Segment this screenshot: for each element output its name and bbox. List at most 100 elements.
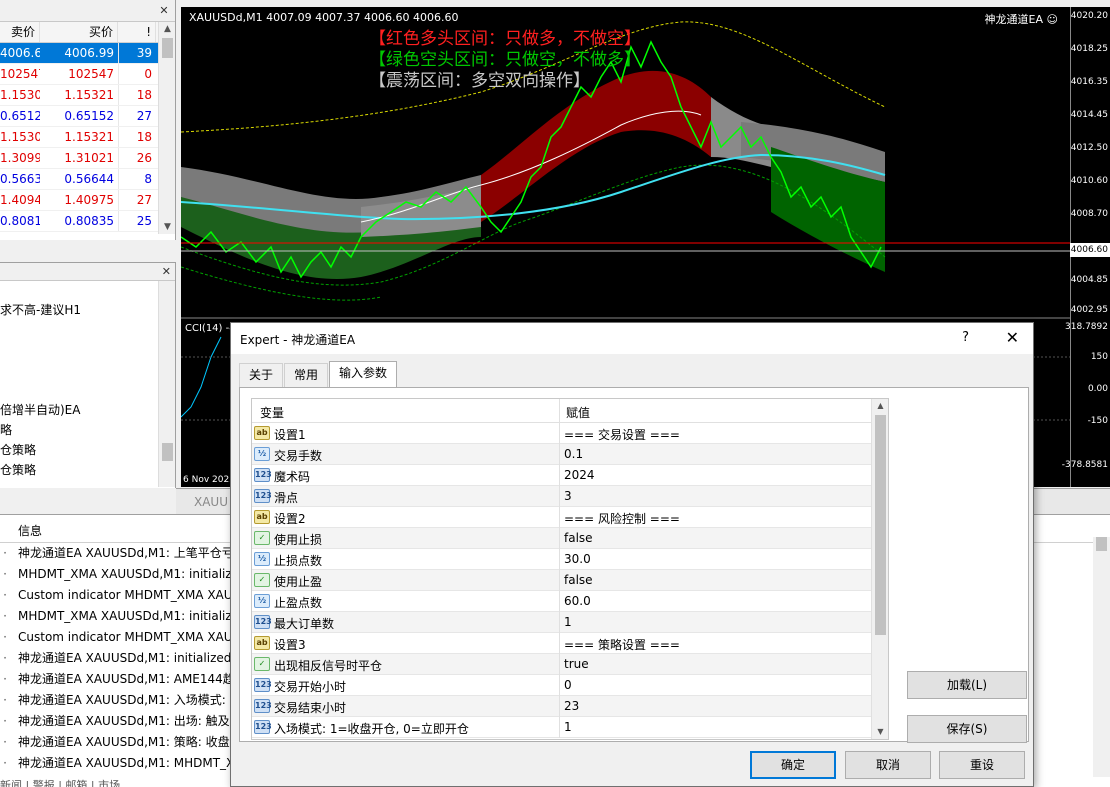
scroll-thumb[interactable] [162, 443, 173, 461]
bid-header[interactable]: 卖价 [0, 22, 40, 42]
log-row[interactable]: · MHDMT_XMA XAUUSDd,M1: initializ [0, 564, 240, 585]
parameter-row[interactable]: ab 设置2 === 风险控制 === [252, 507, 873, 528]
navigator-item[interactable]: 求不高-建议H1 [0, 301, 81, 318]
toolbox-tabs[interactable]: 新闻 | 警报 | 邮箱 | 市场 [0, 777, 240, 787]
tab-about[interactable]: 关于 [239, 363, 284, 387]
parameter-value[interactable]: 60.0 [564, 594, 591, 608]
variable-column-header[interactable]: 变量 [260, 404, 284, 421]
scroll-thumb[interactable] [875, 415, 886, 635]
parameter-value[interactable]: false [564, 531, 593, 545]
dialog-titlebar[interactable]: Expert - 神龙通道EA ? ✕ [231, 323, 1033, 354]
parameter-row[interactable]: ½ 止盈点数 60.0 [252, 591, 873, 612]
symbol-row[interactable]: 0.80810 0.80835 25 [0, 211, 175, 232]
parameter-value[interactable]: === 风险控制 === [564, 510, 680, 527]
parameter-row[interactable]: 123 交易开始小时 0 [252, 675, 873, 696]
parameter-value[interactable]: false [564, 573, 593, 587]
parameters-scrollbar[interactable]: ▲ ▼ [871, 399, 888, 739]
scroll-up-icon[interactable]: ▲ [159, 22, 176, 36]
parameter-value[interactable]: 1 [564, 720, 572, 734]
symbol-row[interactable]: 0.56636 0.56644 8 [0, 169, 175, 190]
log-row[interactable]: · MHDMT_XMA XAUUSDd,M1: initializ [0, 606, 240, 627]
market-watch-header: 卖价 买价 ! [0, 22, 175, 43]
log-row[interactable]: · 神龙通道EA XAUUSDd,M1: initialized [0, 648, 240, 669]
log-row[interactable]: · 神龙通道EA XAUUSDd,M1: MHDMT_X [0, 753, 240, 774]
journal-scrollbar[interactable] [1093, 537, 1110, 777]
parameter-name: 交易手数 [274, 449, 323, 463]
help-icon[interactable]: ? [962, 330, 969, 345]
log-bullet-icon: · [3, 630, 7, 644]
parameter-value[interactable]: 3 [564, 489, 572, 503]
parameter-row[interactable]: ½ 止损点数 30.0 [252, 549, 873, 570]
market-watch-scrollbar[interactable]: ▲ ▼ [158, 22, 175, 234]
parameter-row[interactable]: ✓ 出现相反信号时平仓 true [252, 654, 873, 675]
scroll-down-icon[interactable]: ▼ [872, 725, 888, 739]
log-row[interactable]: · 神龙通道EA XAUUSDd,M1: 入场模式: 收 [0, 690, 240, 711]
bid-value: 0.56636 [0, 172, 40, 186]
log-row[interactable]: · Custom indicator MHDMT_XMA XAU [0, 585, 240, 606]
save-button[interactable]: 保存(S) [907, 715, 1027, 743]
navigator-scrollbar[interactable] [158, 281, 175, 487]
double-type-icon: ½ [254, 552, 270, 566]
scroll-thumb[interactable] [162, 38, 173, 58]
ea-label: 神龙通道EA ☺ [984, 13, 1058, 26]
cancel-button[interactable]: 取消 [845, 751, 931, 779]
close-icon[interactable]: ✕ [157, 4, 171, 18]
log-row[interactable]: · 神龙通道EA XAUUSDd,M1: 出场: 触及 [0, 711, 240, 732]
parameter-row[interactable]: 123 最大订单数 1 [252, 612, 873, 633]
reset-button[interactable]: 重设 [939, 751, 1025, 779]
symbol-row[interactable]: 1.15303 1.15321 18 [0, 127, 175, 148]
parameter-value[interactable]: 23 [564, 699, 579, 713]
parameter-value[interactable]: === 策略设置 === [564, 636, 680, 653]
log-row[interactable]: · 神龙通道EA XAUUSDd,M1: 上笔平仓亏 [0, 543, 240, 564]
log-message: Custom indicator MHDMT_XMA XAU [18, 630, 233, 644]
parameter-value[interactable]: 2024 [564, 468, 595, 482]
parameter-value[interactable]: 0.1 [564, 447, 583, 461]
parameter-row[interactable]: ab 设置1 === 交易设置 === [252, 423, 873, 444]
parameter-row[interactable]: 123 滑点 3 [252, 486, 873, 507]
scroll-up-icon[interactable]: ▲ [872, 399, 888, 413]
scroll-down-icon[interactable]: ▼ [159, 220, 176, 234]
value-column-header[interactable]: 赋值 [566, 404, 590, 421]
ask-header[interactable]: 买价 [40, 22, 118, 42]
bid-value: 1.40948 [0, 193, 40, 207]
navigator-item[interactable]: 略 [0, 421, 12, 438]
parameter-row[interactable]: ✓ 使用止盈 false [252, 570, 873, 591]
parameter-name: 出现相反信号时平仓 [274, 659, 383, 673]
tab-inputs[interactable]: 输入参数 [329, 361, 398, 387]
parameter-row[interactable]: 123 魔术码 2024 [252, 465, 873, 486]
navigator-item[interactable]: 仓策略 [0, 441, 36, 458]
load-button[interactable]: 加载(L) [907, 671, 1027, 699]
info-column-header[interactable]: 信息 [18, 522, 42, 539]
log-bullet-icon: · [3, 588, 7, 602]
parameter-row[interactable]: ½ 交易手数 0.1 [252, 444, 873, 465]
parameter-value[interactable]: true [564, 657, 589, 671]
symbol-row[interactable]: 0.65125 0.65152 27 [0, 106, 175, 127]
parameter-value[interactable]: 1 [564, 615, 572, 629]
ok-button[interactable]: 确定 [750, 751, 836, 779]
symbol-row[interactable]: 102547 102547 0 [0, 64, 175, 85]
log-row[interactable]: · 神龙通道EA XAUUSDd,M1: AME144趋 [0, 669, 240, 690]
close-icon[interactable]: ✕ [162, 265, 171, 278]
scroll-thumb[interactable] [1096, 537, 1107, 551]
parameter-row[interactable]: 123 交易结束小时 23 [252, 696, 873, 717]
symbol-row[interactable]: 1.40948 1.40975 27 [0, 190, 175, 211]
spread-header[interactable]: ! [118, 22, 156, 42]
parameter-row[interactable]: ✓ 使用止损 false [252, 528, 873, 549]
navigator-item[interactable]: 倍增半自动)EA [0, 401, 80, 418]
parameter-value[interactable]: 0 [564, 678, 572, 692]
tab-common[interactable]: 常用 [284, 363, 329, 387]
navigator-item[interactable]: 仓策略 [0, 461, 36, 478]
log-row[interactable]: · Custom indicator MHDMT_XMA XAU [0, 627, 240, 648]
parameter-row[interactable]: ab 设置3 === 策略设置 === [252, 633, 873, 654]
parameter-row[interactable]: 123 入场模式: 1=收盘开仓, 0=立即开仓 1 [252, 717, 873, 738]
symbol-row[interactable]: 1.30995 1.31021 26 [0, 148, 175, 169]
parameter-value[interactable]: === 交易设置 === [564, 426, 680, 443]
ask-value: 1.40975 [64, 193, 114, 207]
spread-value: 0 [118, 64, 156, 84]
log-row[interactable]: · 神龙通道EA XAUUSDd,M1: 策略: 收盘信 [0, 732, 240, 753]
parameter-value[interactable]: 30.0 [564, 552, 591, 566]
symbol-row[interactable]: 4006.60 4006.99 39 [0, 43, 175, 64]
close-icon[interactable]: ✕ [1006, 328, 1019, 347]
symbol-row[interactable]: 1.15303 1.15321 18 [0, 85, 175, 106]
log-bullet-icon: · [3, 714, 7, 728]
